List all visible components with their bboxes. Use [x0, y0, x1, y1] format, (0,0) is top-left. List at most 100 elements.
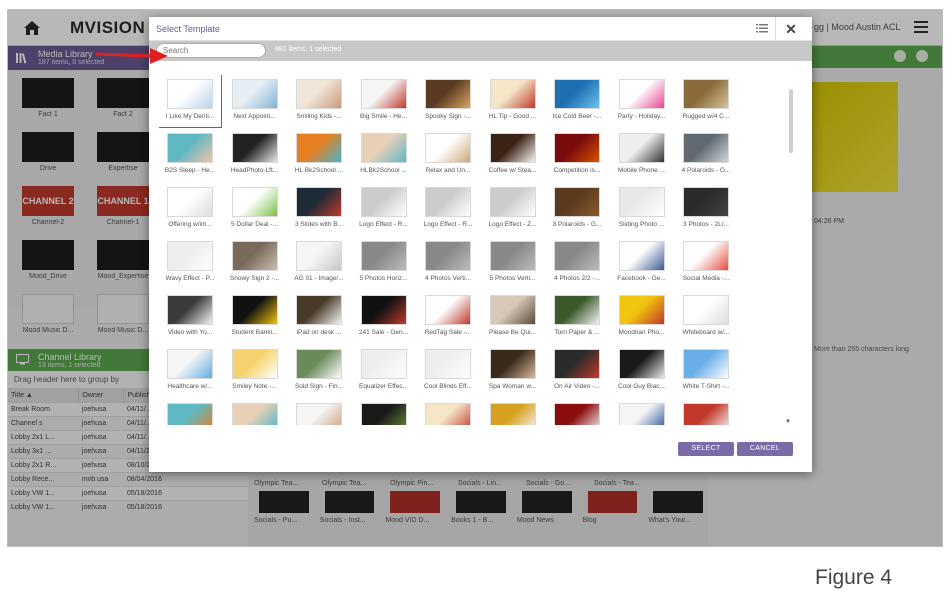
template-thumbnail [489, 187, 536, 217]
close-icon[interactable]: ✕ [781, 20, 801, 38]
template-thumbnail [425, 295, 471, 325]
template-item[interactable]: Coffee w/ Stea... [482, 129, 544, 181]
template-item[interactable]: Social Media -... [675, 237, 737, 289]
template-item[interactable]: Relax and Un... [417, 129, 479, 181]
scrollbar-thumb[interactable] [789, 89, 793, 153]
template-item[interactable]: Student Banki... [224, 291, 286, 343]
template-item[interactable]: Torn Paper & ... [546, 291, 608, 343]
template-label: Please Be Qui... [489, 329, 536, 336]
template-item[interactable]: Mondrian Pho... [611, 291, 673, 343]
template-thumbnail [554, 187, 600, 217]
template-item[interactable]: Cool Guy Blac... [611, 345, 673, 397]
template-item[interactable]: On Air Video -... [546, 345, 608, 397]
template-label: Smiling Kids -... [296, 113, 342, 120]
template-item[interactable]: 4 Polaroids - G... [675, 129, 737, 181]
search-input[interactable] [156, 43, 266, 58]
template-item[interactable]: Spooky Sign -... [417, 75, 479, 127]
template-item[interactable]: 3 Slides with B... [288, 183, 350, 235]
header-divider [775, 17, 776, 41]
scrollbar[interactable] [787, 85, 795, 435]
template-item[interactable] [546, 399, 608, 425]
cancel-button[interactable]: CANCEL [737, 442, 793, 456]
template-item[interactable]: Rugged w/4 C... [675, 75, 737, 127]
list-view-icon[interactable] [756, 23, 768, 34]
template-label: 5 Photos Verti... [489, 275, 536, 282]
template-item[interactable]: Equalizer Effec... [353, 345, 415, 397]
dialog-header: Select Template ✕ [149, 17, 812, 41]
template-item[interactable]: Logo Effect - R... [417, 183, 479, 235]
template-thumbnail [231, 133, 278, 163]
select-button[interactable]: SELECT [678, 442, 734, 456]
template-label: Snowy Sign 2 -... [229, 275, 280, 282]
template-item[interactable]: 5 Photos Verti... [482, 237, 544, 289]
template-label: AG 01 - Image/... [294, 275, 344, 282]
template-label: Spooky Sign -... [425, 113, 471, 120]
template-item[interactable]: Smiley Note -... [224, 345, 286, 397]
template-item[interactable] [417, 399, 479, 425]
template-thumbnail [683, 133, 729, 163]
template-item[interactable] [611, 399, 673, 425]
template-item[interactable]: Snowy Sign 2 -... [224, 237, 286, 289]
template-item[interactable]: 3 Polaroids - G... [546, 183, 608, 235]
template-thumbnail [360, 403, 407, 425]
template-label: Wavy Effect - P... [165, 275, 215, 282]
template-item[interactable]: RedTag Sale -... [417, 291, 479, 343]
template-label: B2S Sleep - He... [164, 167, 216, 174]
template-thumbnail [167, 241, 213, 271]
template-item[interactable]: Video with Yo... [159, 291, 221, 343]
scroll-down-arrow-icon[interactable]: ▼ [785, 419, 791, 425]
template-item[interactable]: I Like My Denti... [159, 75, 222, 128]
template-label: Logo Effect - Z... [488, 221, 537, 228]
template-item[interactable]: Spa Woman w... [482, 345, 544, 397]
template-thumbnail [618, 187, 665, 217]
template-item[interactable]: HL Bk2School ... [288, 129, 350, 181]
template-item[interactable]: Facebook - Ge... [611, 237, 673, 289]
dialog-title: Select Template [156, 24, 220, 34]
template-item[interactable]: HL Tip - Good ... [482, 75, 544, 127]
template-item[interactable]: Next Appoint... [224, 75, 286, 127]
template-item[interactable]: 4 Photos 2/2 -... [546, 237, 608, 289]
template-item[interactable]: 3 Photos - 2L/... [675, 183, 737, 235]
template-label: Sold Sign - Fin... [294, 383, 344, 390]
template-item[interactable]: Party - Holiday... [611, 75, 673, 127]
template-item[interactable]: White T-Shirt -... [675, 345, 737, 397]
template-item[interactable]: Wavy Effect - P... [159, 237, 221, 289]
template-item[interactable]: iPad on desk ... [288, 291, 350, 343]
template-item[interactable]: B2S Sleep - He... [159, 129, 221, 181]
template-item[interactable]: Competition is... [546, 129, 608, 181]
template-item[interactable]: Offering w/im... [159, 183, 221, 235]
template-label: Ice Cold Beer -... [552, 113, 602, 120]
template-item[interactable]: Whiteboard w/... [675, 291, 737, 343]
template-item[interactable]: Mobile Phone ... [611, 129, 673, 181]
template-item[interactable]: 241 Sale - Gen... [353, 291, 415, 343]
template-item[interactable] [288, 399, 350, 425]
template-item[interactable]: Logo Effect - R... [353, 183, 415, 235]
template-item[interactable] [675, 399, 737, 425]
figure-caption: Figure 4 [815, 566, 893, 589]
template-item[interactable]: Big Smile - He... [353, 75, 415, 127]
item-count: 881 items, 1 selected [275, 46, 342, 53]
template-item[interactable]: Cool Blinds Eff... [417, 345, 479, 397]
template-item[interactable]: Please Be Qui... [482, 291, 544, 343]
template-item[interactable] [482, 399, 544, 425]
template-item[interactable]: 4 Photos Verti... [417, 237, 479, 289]
template-thumbnail [296, 187, 342, 217]
template-item[interactable]: Ice Cold Beer -... [546, 75, 608, 127]
template-thumbnail [360, 241, 407, 271]
template-item[interactable]: Sliding Photo ... [611, 183, 673, 235]
template-item[interactable] [159, 399, 221, 425]
template-label: Whiteboard w/... [682, 329, 730, 336]
template-item[interactable]: Smiling Kids -... [288, 75, 350, 127]
template-item[interactable]: 5 Photos Horiz... [353, 237, 415, 289]
template-item[interactable]: Sold Sign - Fin... [288, 345, 350, 397]
template-item[interactable]: HLBk2School ... [353, 129, 415, 181]
template-item[interactable]: Healthcare w/... [159, 345, 221, 397]
template-item[interactable]: 5 Dollar Deal -... [224, 183, 286, 235]
template-item[interactable] [224, 399, 286, 425]
template-thumbnail [425, 187, 471, 217]
template-item[interactable]: AG 01 - Image/... [288, 237, 350, 289]
template-item[interactable]: HeadPhoto-Lft... [224, 129, 286, 181]
template-item[interactable] [353, 399, 415, 425]
template-item[interactable]: Logo Effect - Z... [482, 183, 544, 235]
template-label: Spa Woman w... [488, 383, 537, 390]
